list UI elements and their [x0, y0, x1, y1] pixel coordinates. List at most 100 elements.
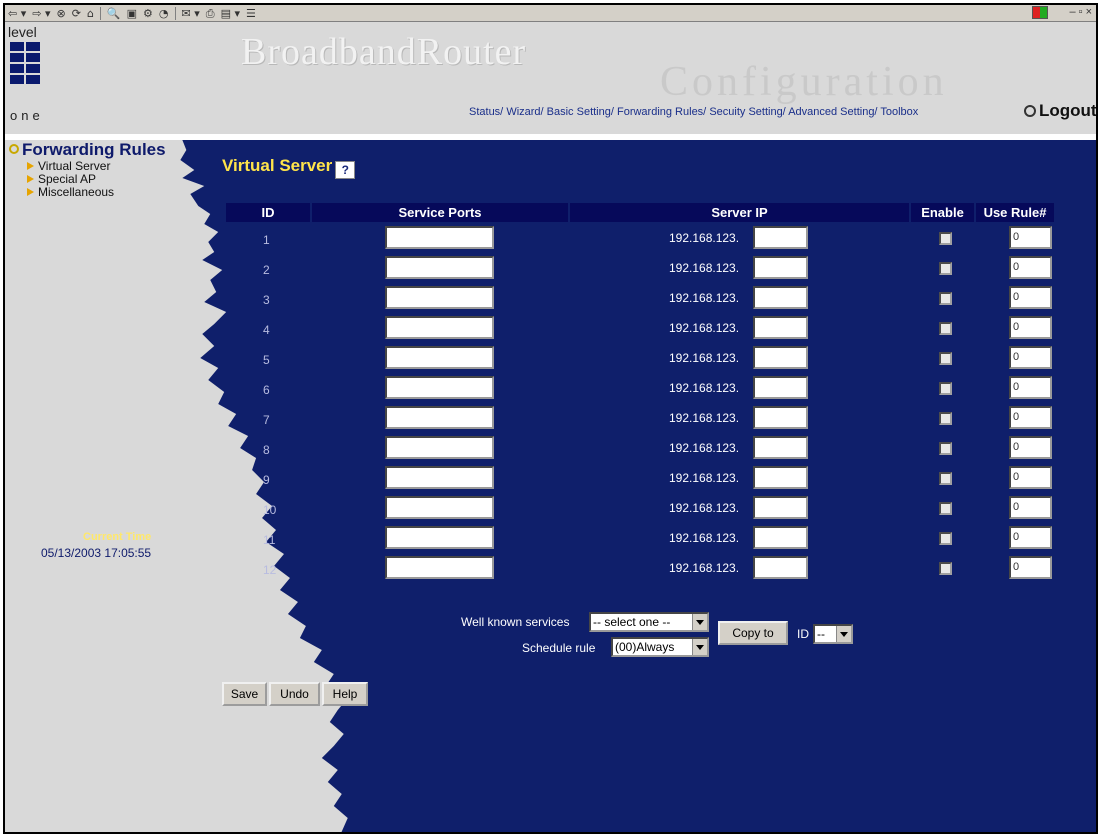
favorites-icon[interactable]: ▣ [124, 7, 140, 20]
logout-link[interactable]: Logout [1024, 101, 1096, 121]
enable-checkbox[interactable] [939, 352, 952, 365]
table-row: 8 192.168.123. 0 [5, 436, 1096, 466]
schedule-rule-select[interactable]: (00)Always [611, 637, 709, 657]
triangle-right-icon [27, 162, 34, 170]
use-rule-input[interactable]: 0 [1009, 526, 1052, 549]
nav-advanced-setting[interactable]: Advanced Setting/ [788, 106, 877, 118]
enable-checkbox[interactable] [939, 292, 952, 305]
levelone-logo: level one [8, 24, 86, 124]
server-ip-input[interactable] [753, 436, 808, 459]
browser-window: ⇦ ▾ ⇨ ▾ ⊗ ⟳ ⌂ 🔍 ▣ ⚙ ◔ ✉ ▾ ⎙ ▤ ▾ ☰ – ▫ × … [3, 3, 1098, 834]
nav-wizard[interactable]: Wizard/ [506, 106, 543, 118]
service-ports-input[interactable] [385, 316, 494, 339]
nav-status[interactable]: Status/ [469, 106, 503, 118]
use-rule-input[interactable]: 0 [1009, 496, 1052, 519]
save-button[interactable]: Save [222, 682, 267, 706]
service-ports-input[interactable] [385, 256, 494, 279]
print-icon[interactable]: ⎙ [203, 7, 218, 20]
search-icon[interactable]: 🔍 [104, 7, 124, 20]
service-ports-input[interactable] [385, 556, 494, 579]
service-ports-input[interactable] [385, 286, 494, 309]
enable-checkbox[interactable] [939, 382, 952, 395]
use-rule-input[interactable]: 0 [1009, 376, 1052, 399]
chevron-down-icon [692, 614, 707, 630]
use-rule-input[interactable]: 0 [1009, 556, 1052, 579]
window-controls[interactable]: – ▫ × [1069, 6, 1092, 18]
use-rule-input[interactable]: 0 [1009, 406, 1052, 429]
enable-checkbox[interactable] [939, 262, 952, 275]
enable-checkbox[interactable] [939, 472, 952, 485]
service-ports-input[interactable] [385, 226, 494, 249]
enable-checkbox[interactable] [939, 322, 952, 335]
sidebar-title[interactable]: Forwarding Rules [9, 140, 189, 160]
stop-icon[interactable]: ⊗ [54, 7, 69, 20]
server-ip-input[interactable] [753, 346, 808, 369]
service-ports-input[interactable] [385, 466, 494, 489]
page-title: Virtual Server? [222, 156, 356, 179]
server-ip-input[interactable] [753, 496, 808, 519]
service-ports-input[interactable] [385, 406, 494, 429]
back-icon[interactable]: ⇦ ▾ [5, 7, 29, 20]
table-row: 3 192.168.123. 0 [5, 286, 1096, 316]
server-ip-input[interactable] [753, 256, 808, 279]
use-rule-input[interactable]: 0 [1009, 436, 1052, 459]
history-icon[interactable]: ◔ [156, 7, 172, 20]
sidebar-item-label: Special AP [38, 172, 97, 186]
service-ports-input[interactable] [385, 496, 494, 519]
server-ip-prefix: 192.168.123. [669, 441, 740, 455]
server-ip-input[interactable] [753, 316, 808, 339]
nav-forwarding-rules[interactable]: Forwarding Rules/ [617, 106, 706, 118]
browser-toolbar: ⇦ ▾ ⇨ ▾ ⊗ ⟳ ⌂ 🔍 ▣ ⚙ ◔ ✉ ▾ ⎙ ▤ ▾ ☰ – ▫ × [5, 5, 1096, 22]
circle-icon [9, 144, 19, 154]
help-book-icon[interactable]: ? [335, 161, 356, 179]
use-rule-input[interactable]: 0 [1009, 346, 1052, 369]
enable-checkbox[interactable] [939, 562, 952, 575]
refresh-icon[interactable]: ⟳ [69, 7, 84, 20]
nav-basic-setting[interactable]: Basic Setting/ [547, 106, 614, 118]
nav-security-setting[interactable]: Secuity Setting/ [709, 106, 785, 118]
id-label: ID [797, 627, 809, 641]
well-known-services-value: -- select one -- [593, 615, 671, 629]
service-ports-input[interactable] [385, 526, 494, 549]
well-known-services-select[interactable]: -- select one -- [589, 612, 709, 632]
enable-checkbox[interactable] [939, 412, 952, 425]
use-rule-input[interactable]: 0 [1009, 286, 1052, 309]
enable-checkbox[interactable] [939, 532, 952, 545]
copy-to-button[interactable]: Copy to [718, 621, 788, 645]
service-ports-input[interactable] [385, 376, 494, 399]
server-ip-input[interactable] [753, 406, 808, 429]
sidebar: Forwarding Rules Virtual Server Special … [9, 140, 189, 199]
use-rule-input[interactable]: 0 [1009, 226, 1052, 249]
use-rule-input[interactable]: 0 [1009, 316, 1052, 339]
service-ports-input[interactable] [385, 436, 494, 459]
sidebar-item-label: Miscellaneous [38, 185, 115, 199]
use-rule-input[interactable]: 0 [1009, 256, 1052, 279]
server-ip-input[interactable] [753, 286, 808, 309]
edit-icon[interactable]: ▤ ▾ [218, 7, 243, 20]
column-header-enable: Enable [911, 203, 974, 222]
forward-icon[interactable]: ⇨ ▾ [29, 7, 53, 20]
media-icon[interactable]: ⚙ [140, 7, 156, 20]
enable-checkbox[interactable] [939, 232, 952, 245]
nav-toolbox[interactable]: Toolbox [880, 106, 918, 118]
use-rule-input[interactable]: 0 [1009, 466, 1052, 489]
server-ip-input[interactable] [753, 226, 808, 249]
server-ip-input[interactable] [753, 466, 808, 489]
chevron-down-icon [836, 626, 851, 642]
enable-checkbox[interactable] [939, 502, 952, 515]
enable-checkbox[interactable] [939, 442, 952, 455]
copy-to-id-select[interactable]: -- [813, 624, 853, 644]
mail-icon[interactable]: ✉ ▾ [179, 7, 203, 20]
help-button[interactable]: Help [322, 682, 368, 706]
server-ip-input[interactable] [753, 526, 808, 549]
server-ip-prefix: 192.168.123. [669, 381, 740, 395]
server-ip-prefix: 192.168.123. [669, 531, 740, 545]
discuss-icon[interactable]: ☰ [243, 7, 259, 20]
service-ports-input[interactable] [385, 346, 494, 369]
server-ip-input[interactable] [753, 376, 808, 399]
home-icon[interactable]: ⌂ [84, 7, 97, 20]
sidebar-item-miscellaneous[interactable]: Miscellaneous [9, 186, 189, 199]
undo-button[interactable]: Undo [269, 682, 320, 706]
server-ip-input[interactable] [753, 556, 808, 579]
table-row: 1 192.168.123. 0 [5, 226, 1096, 256]
